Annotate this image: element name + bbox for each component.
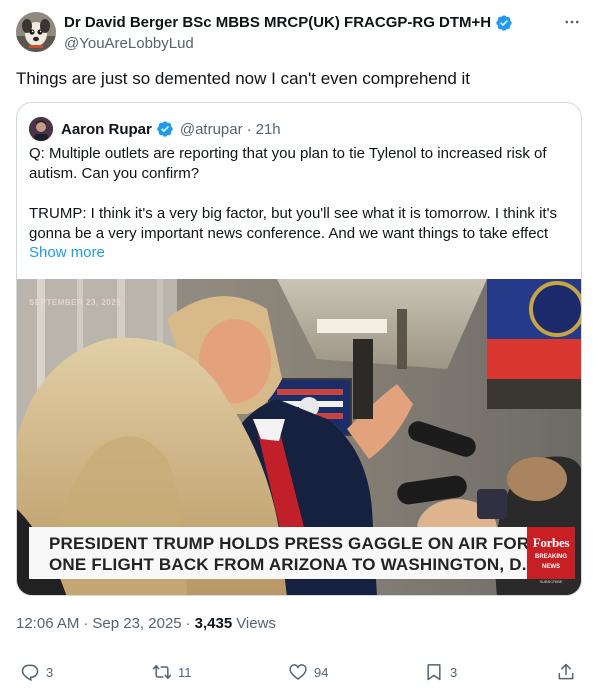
author-handle[interactable]: @YouAreLobbyLud [64,34,558,54]
tweet-text: Things are just so demented now I can't … [16,69,471,88]
repost-button[interactable]: 11 [152,662,192,682]
quoted-paragraph-question: Q: Multiple outlets are reporting that y… [29,145,547,182]
lower-third-line-2: ONE FLIGHT BACK FROM ARIZONA TO WASHINGT… [49,555,549,574]
tweet-time[interactable]: 12:06 AM [16,615,79,632]
views-count: 3,435 [194,615,233,632]
reply-count: 3 [46,664,54,680]
quoted-author-avatar [29,117,53,141]
bookmark-button[interactable]: 3 [424,662,457,682]
verified-badge-icon [157,121,173,137]
separator-dot: · [246,120,252,138]
quoted-author-handle: @atrupar [179,120,243,138]
network-logo: Forbes [532,535,570,550]
quoted-tweet[interactable]: Aaron Rupar @atrupar · 21h Q: Multiple o… [16,102,582,596]
network-sub-1: BREAKING [534,554,567,560]
tweet-meta: 12:06 AM · Sep 23, 2025 · 3,435 Views [16,615,276,632]
reply-button[interactable]: 3 [20,662,53,682]
person-avatar-icon [29,117,53,141]
video-player[interactable]: SEPTEMBER 23, 2025 PRESIDENT TRUMP HOLDS… [17,279,581,595]
bookmark-icon [427,664,441,681]
video-date-stamp: SEPTEMBER 23, 2025 [29,298,122,307]
more-horizontal-icon [565,20,579,24]
show-more-link[interactable]: Show more [29,244,105,261]
quoted-author-name: Aaron Rupar [61,120,152,138]
separator-dot: · [185,615,191,632]
quoted-tweet-header: Aaron Rupar @atrupar · 21h [29,117,281,141]
video-lower-third: PRESIDENT TRUMP HOLDS PRESS GAGGLE ON AI… [29,527,554,579]
author-avatar[interactable] [16,12,56,52]
lower-third-line-1: PRESIDENT TRUMP HOLDS PRESS GAGGLE ON AI… [49,534,554,553]
quoted-tweet-time: 21h [255,120,281,138]
tweet-date[interactable]: Sep 23, 2025 [92,615,181,632]
share-button[interactable] [556,662,576,682]
bookmark-count: 3 [450,664,458,680]
network-logo-box: Forbes BREAKING NEWS [527,527,575,579]
tweet-actions: 3 11 94 3 [16,662,582,686]
more-options-button[interactable] [562,12,582,32]
author-display-name[interactable]: Dr David Berger BSc MBBS MRCP(UK) FRACGP… [64,13,491,33]
reply-icon [21,664,39,682]
dog-avatar-icon [16,12,56,52]
network-tag: SUBSCRIBE [539,579,563,584]
views-label: Views [236,615,276,632]
quoted-paragraph-answer: TRUMP: I think it's a very big factor, b… [29,205,557,242]
repost-icon [152,665,172,679]
like-count: 94 [314,664,329,680]
like-button[interactable]: 94 [288,662,328,682]
share-icon [558,663,574,680]
network-sub-2: NEWS [542,564,560,570]
repost-count: 11 [178,664,192,680]
author-block: Dr David Berger BSc MBBS MRCP(UK) FRACGP… [64,13,558,54]
tweet: Dr David Berger BSc MBBS MRCP(UK) FRACGP… [0,0,598,697]
separator-dot: · [83,615,89,632]
heart-icon [289,664,307,681]
verified-badge-icon [496,15,512,31]
quoted-tweet-text: Q: Multiple outlets are reporting that y… [29,144,569,244]
